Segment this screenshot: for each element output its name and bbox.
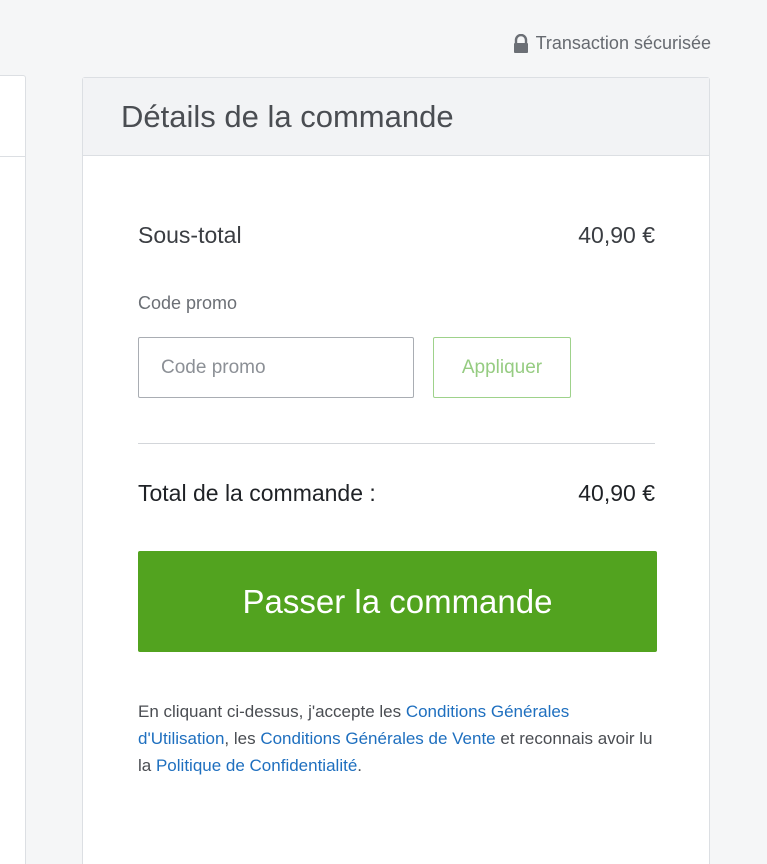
order-details-title: Détails de la commande xyxy=(121,98,454,134)
order-total-label: Total de la commande : xyxy=(138,480,376,506)
subtotal-label: Sous-total xyxy=(138,222,242,248)
left-panel xyxy=(0,75,26,864)
order-details-card: Détails de la commande Sous-total 40,90 … xyxy=(82,77,710,864)
subtotal-row: Sous-total 40,90 € xyxy=(138,222,655,249)
subtotal-value: 40,90 € xyxy=(578,222,655,248)
divider xyxy=(138,443,655,444)
legal-notice: En cliquant ci-dessus, j'accepte les Con… xyxy=(138,698,655,779)
card-header: Détails de la commande xyxy=(83,78,709,156)
order-total-value: 40,90 € xyxy=(578,480,655,506)
place-order-button[interactable]: Passer la commande xyxy=(138,551,657,652)
secure-transaction-label: Transaction sécurisée xyxy=(535,33,711,53)
secure-transaction-badge: Transaction sécurisée xyxy=(512,33,711,54)
terms-of-sale-link[interactable]: Conditions Générales de Vente xyxy=(260,729,495,748)
privacy-policy-link[interactable]: Politique de Confidentialité xyxy=(156,756,357,775)
card-body: Sous-total 40,90 € Code promo Appliquer … xyxy=(83,222,709,779)
left-panel-divider xyxy=(0,156,25,157)
apply-promo-button[interactable]: Appliquer xyxy=(433,337,571,398)
order-total-row: Total de la commande : 40,90 € xyxy=(138,480,655,507)
legal-text-part: , les xyxy=(224,729,261,748)
legal-text-part: En cliquant ci-dessus, j'accepte les xyxy=(138,702,406,721)
promo-code-input[interactable] xyxy=(138,337,414,398)
promo-code-row: Appliquer xyxy=(138,337,655,398)
promo-code-label: Code promo xyxy=(138,293,238,313)
checkout-page: Transaction sécurisée Détails de la comm… xyxy=(0,0,767,864)
legal-text-part: . xyxy=(357,756,363,775)
lock-icon xyxy=(513,33,528,53)
